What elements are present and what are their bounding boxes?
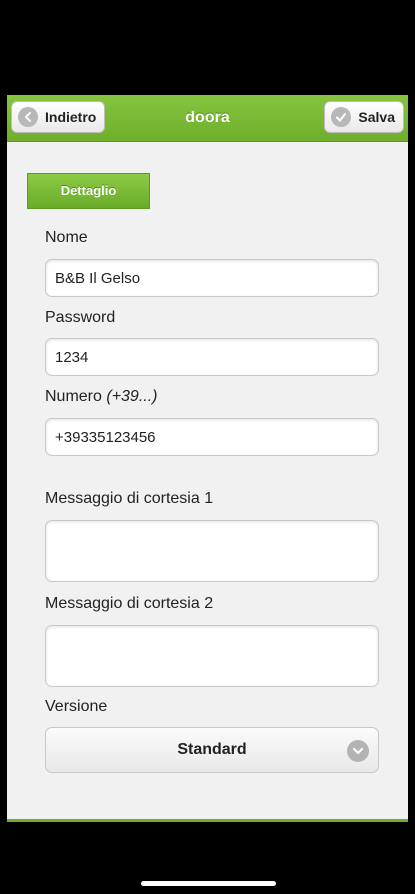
tab-dettaglio[interactable]: Dettaglio [27,173,150,209]
courtesy-message-2-label: Messaggio di cortesia 2 [45,595,214,612]
back-button-label: Indietro [45,109,97,125]
version-label: Versione [45,698,108,715]
phone-screen: Indietro doora Salva Dettaglio Nome B&B … [0,0,415,894]
number-field-value: +39335123456 [55,428,156,446]
courtesy-message-1-field[interactable] [45,520,379,582]
chevron-down-icon [347,740,369,762]
courtesy-message-1-label: Messaggio di cortesia 1 [45,490,214,507]
check-icon [331,107,352,127]
password-field[interactable]: 1234 [45,338,379,376]
courtesy-message-2-field[interactable] [45,625,379,687]
password-label: Password [45,309,116,326]
number-field[interactable]: +39335123456 [45,418,379,456]
number-hint: (+39...) [106,388,158,405]
number-label-text: Numero [45,388,102,405]
back-arrow-icon [18,107,38,127]
back-button[interactable]: Indietro [11,101,106,133]
name-field[interactable]: B&B Il Gelso [45,259,379,297]
name-label: Nome [45,229,88,246]
home-indicator[interactable] [141,881,276,886]
version-select[interactable]: Standard [45,727,379,773]
password-field-value: 1234 [55,348,89,366]
save-button[interactable]: Salva [324,101,404,133]
save-button-label: Salva [358,109,395,125]
number-label: Numero (+39...) [45,388,158,406]
app-window: Indietro doora Salva Dettaglio Nome B&B … [7,95,408,822]
header-bar: Indietro doora Salva [7,95,408,142]
bottom-divider [7,819,408,822]
version-select-value: Standard [177,741,247,758]
name-field-value: B&B Il Gelso [55,269,141,287]
